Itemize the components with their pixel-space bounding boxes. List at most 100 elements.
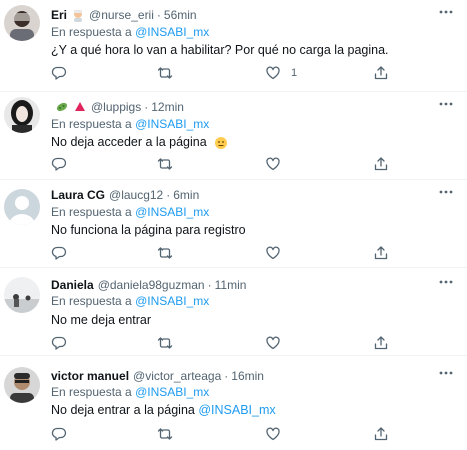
retweet-button[interactable]	[157, 426, 173, 442]
more-options-icon[interactable]	[437, 7, 455, 17]
reply-mention-link[interactable]: @INSABI_mx	[135, 25, 209, 39]
author-handle[interactable]: @daniela98guzman	[98, 278, 205, 292]
tweet-text-content: No deja entrar a la página	[51, 403, 195, 417]
tweet-text: No deja entrar a la página @INSABI_mx	[51, 403, 276, 417]
tweet[interactable]: Daniela @daniela98guzman · 11min En resp…	[0, 268, 467, 356]
tweet-text-content: No me deja entrar	[51, 313, 152, 327]
tweet[interactable]: victor manuel @victor_arteaga · 16min En…	[0, 356, 467, 450]
tweet-actions	[51, 335, 391, 351]
heart-icon	[266, 246, 280, 260]
confused-face-emoji	[214, 136, 228, 150]
reply-button[interactable]	[51, 335, 67, 351]
avatar[interactable]	[4, 5, 40, 41]
share-icon	[374, 157, 388, 171]
separator-dot: ·	[224, 369, 229, 383]
avatar[interactable]	[4, 277, 40, 313]
author-handle[interactable]: @luppigs	[91, 100, 141, 114]
microbe-emoji	[55, 100, 69, 114]
share-icon	[374, 246, 388, 260]
reply-button[interactable]	[51, 156, 67, 172]
reply-mention-link[interactable]: @INSABI_mx	[135, 385, 209, 399]
reply-mention-link[interactable]: @INSABI_mx	[135, 294, 209, 308]
reply-icon	[51, 336, 67, 350]
woman-health-worker-emoji	[71, 8, 85, 22]
like-count: 1	[291, 67, 298, 79]
retweet-button[interactable]	[157, 156, 173, 172]
reply-icon	[51, 427, 67, 441]
avatar[interactable]	[4, 97, 40, 133]
retweet-button[interactable]	[157, 245, 173, 261]
timestamp[interactable]: 6min	[173, 188, 199, 202]
tweet-actions	[51, 426, 391, 442]
replying-to: En respuesta a @INSABI_mx	[51, 294, 209, 308]
reply-mention-link[interactable]: @INSABI_mx	[135, 117, 209, 131]
reply-button[interactable]	[51, 245, 67, 261]
share-button[interactable]	[373, 245, 389, 261]
separator-dot: ·	[144, 100, 149, 114]
share-icon	[374, 427, 388, 441]
timestamp[interactable]: 16min	[231, 369, 264, 383]
like-button[interactable]	[265, 245, 291, 261]
replying-label: En respuesta a	[51, 205, 132, 219]
author-handle[interactable]: @victor_arteaga	[133, 369, 221, 383]
more-options-icon[interactable]	[437, 187, 455, 197]
more-options-icon[interactable]	[437, 368, 455, 378]
author-handle[interactable]: @nurse_erii	[89, 8, 154, 22]
tweet-text-content: ¿Y a qué hora lo van a habilitar? Por qu…	[51, 43, 389, 57]
avatar[interactable]	[4, 189, 40, 225]
reply-button[interactable]	[51, 426, 67, 442]
author-name[interactable]: victor manuel	[51, 369, 129, 383]
reply-icon	[51, 157, 67, 171]
heart-icon	[266, 427, 280, 441]
reply-mention-link[interactable]: @INSABI_mx	[135, 205, 209, 219]
red-triangle-emoji	[73, 100, 87, 114]
reply-button[interactable]	[51, 65, 67, 81]
replying-label: En respuesta a	[51, 25, 132, 39]
like-button[interactable]: 1	[265, 65, 297, 81]
replying-label: En respuesta a	[51, 294, 132, 308]
retweet-icon	[157, 428, 173, 440]
heart-icon	[266, 336, 280, 350]
like-button[interactable]	[265, 335, 291, 351]
author-name[interactable]: Daniela	[51, 278, 94, 292]
tweet-actions: 1	[51, 65, 391, 81]
separator-dot: ·	[166, 188, 171, 202]
reply-icon	[51, 66, 67, 80]
author-name[interactable]: Eri	[51, 8, 67, 22]
text-mention-link[interactable]: @INSABI_mx	[198, 403, 275, 417]
reply-icon	[51, 246, 67, 260]
tweet-text: No funciona la página para registro	[51, 223, 246, 237]
tweet-text: No deja acceder a la página	[51, 135, 228, 150]
tweet[interactable]: @luppigs · 12min En respuesta a @INSABI_…	[0, 92, 467, 180]
more-options-icon[interactable]	[437, 99, 455, 109]
avatar[interactable]	[4, 367, 40, 403]
timestamp[interactable]: 12min	[151, 100, 184, 114]
tweet-text: No me deja entrar	[51, 313, 151, 327]
share-button[interactable]	[373, 335, 389, 351]
like-button[interactable]	[265, 156, 291, 172]
retweet-button[interactable]	[157, 335, 173, 351]
retweet-button[interactable]	[157, 65, 173, 81]
retweet-icon	[157, 67, 173, 79]
more-options-icon[interactable]	[437, 277, 455, 287]
tweet[interactable]: Eri @nurse_erii · 56min En respuesta a @…	[0, 0, 467, 92]
like-button[interactable]	[265, 426, 291, 442]
retweet-icon	[157, 247, 173, 259]
replying-to: En respuesta a @INSABI_mx	[51, 117, 209, 131]
tweet-text: ¿Y a qué hora lo van a habilitar? Por qu…	[51, 43, 389, 57]
author-handle[interactable]: @laucg12	[109, 188, 163, 202]
share-button[interactable]	[373, 156, 389, 172]
replying-label: En respuesta a	[51, 385, 132, 399]
timestamp[interactable]: 56min	[164, 8, 197, 22]
replying-to: En respuesta a @INSABI_mx	[51, 205, 209, 219]
replying-label: En respuesta a	[51, 117, 132, 131]
tweet-actions	[51, 245, 391, 261]
share-button[interactable]	[373, 65, 389, 81]
author-name[interactable]: Laura CG	[51, 188, 105, 202]
tweet[interactable]: Laura CG @laucg12 · 6min En respuesta a …	[0, 180, 467, 268]
share-button[interactable]	[373, 426, 389, 442]
share-icon	[374, 336, 388, 350]
separator-dot: ·	[207, 278, 212, 292]
separator-dot: ·	[156, 8, 161, 22]
timestamp[interactable]: 11min	[215, 278, 247, 292]
